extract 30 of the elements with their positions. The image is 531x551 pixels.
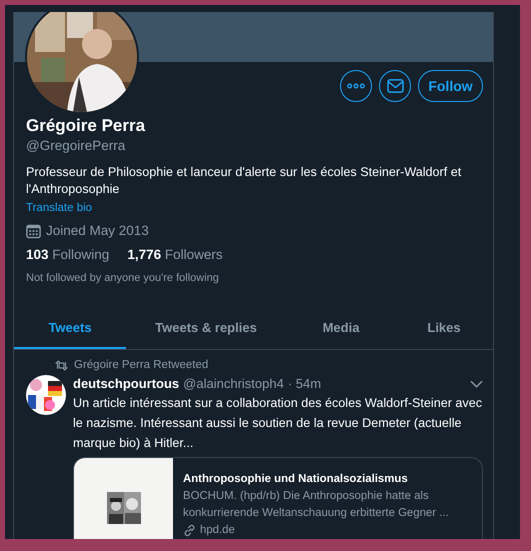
followed-by-note: Not followed by anyone you're following — [26, 271, 220, 285]
author-name[interactable]: deutschpourtous — [73, 375, 180, 393]
tweet-text: Un article intéressant sur a collaboration des écoles Waldorf-Steiner avec le nazisme. Intéressant aussi le soutien de la revue Demeter (actuelle marque bio) à Hitler... — [73, 395, 483, 452]
profile-tab[interactable]: Media — [286, 307, 396, 349]
profile-bio: Professeur de Philosophie et lanceur d'alerte sur les écoles Steiner-Waldorf et l'Anthroposophie — [26, 164, 462, 198]
more-button[interactable] — [340, 70, 372, 102]
card-title: Anthroposophie und Nationalsozialismus — [183, 472, 409, 487]
retweet-note: Grégoire Perra Retweeted — [74, 358, 208, 373]
joined-date: Joined May 2013 — [46, 222, 149, 240]
message-button[interactable] — [379, 70, 411, 102]
translate-link[interactable]: Translate bio — [26, 201, 481, 216]
followers-link[interactable]: 1,776 Followers — [127, 246, 223, 264]
card-domain: hpd.de — [200, 523, 235, 538]
profile-tab[interactable]: Tweets — [14, 307, 126, 349]
retweet-icon — [55, 360, 68, 371]
calendar-icon — [26, 224, 41, 238]
tweet-time: · 54m — [288, 375, 322, 393]
following-link[interactable]: 103 Following — [26, 246, 110, 264]
follow-button[interactable]: Follow — [418, 70, 483, 102]
card-description: BOCHUM. (hpd/rb) Die Anthroposophie hatte als konkurrierende Weltanschauung erbitterte Gegner ... — [183, 489, 450, 521]
link-card[interactable]: Anthroposophie und Nationalsozialismus BOCHUM. (hpd/rb) Die Anthroposophie hatte als konkurrierende Weltanschauung erbitterte Gegner ... hpd.de — [73, 457, 483, 539]
more-icon — [347, 83, 365, 89]
profile-name: Grégoire Perra — [26, 115, 146, 137]
caret-icon[interactable] — [470, 380, 483, 388]
author-handle: @alainchristoph4 — [183, 375, 284, 393]
profile-tab[interactable]: Tweets & replies — [126, 307, 286, 349]
profile-handle: @GregoirePerra — [26, 137, 126, 155]
mail-icon — [386, 79, 404, 93]
profile-tab[interactable]: Likes — [396, 307, 492, 349]
link-icon — [183, 524, 196, 537]
